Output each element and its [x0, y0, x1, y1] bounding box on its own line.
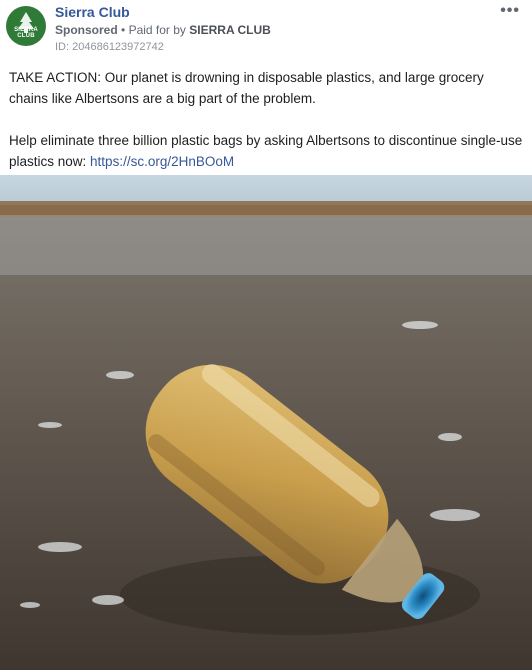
paid-for-by: SIERRA CLUB — [189, 23, 271, 37]
ad-id: ID: 204686123972742 — [55, 41, 164, 53]
more-options-icon[interactable]: ••• — [500, 2, 520, 20]
paid-for-prefix: Paid for by — [128, 23, 186, 37]
tree-logo-icon — [18, 12, 34, 33]
post-paragraph-2: Help eliminate three billion plastic bag… — [9, 130, 524, 172]
avatar[interactable]: SIERRA CLUB — [6, 6, 46, 46]
post-body: TAKE ACTION: Our planet is drowning in d… — [9, 67, 524, 172]
post-meta: Sponsored • Paid for by SIERRA CLUB — [55, 23, 271, 37]
meta-separator: • — [121, 23, 126, 37]
sponsored-label[interactable]: Sponsored — [55, 23, 118, 37]
post-paragraph-2-text: Help eliminate three billion plastic bag… — [9, 133, 523, 169]
post-image[interactable] — [0, 175, 532, 670]
post-header: SIERRA CLUB Sierra Club Sponsored • Paid… — [0, 0, 532, 60]
post-link[interactable]: https://sc.org/2HnBOoM — [90, 154, 234, 169]
post-paragraph-1: TAKE ACTION: Our planet is drowning in d… — [9, 70, 484, 106]
avatar-label: SIERRA CLUB — [14, 27, 38, 39]
page-name-link[interactable]: Sierra Club — [55, 4, 130, 20]
plastic-bottle-beach-photo — [0, 175, 532, 670]
